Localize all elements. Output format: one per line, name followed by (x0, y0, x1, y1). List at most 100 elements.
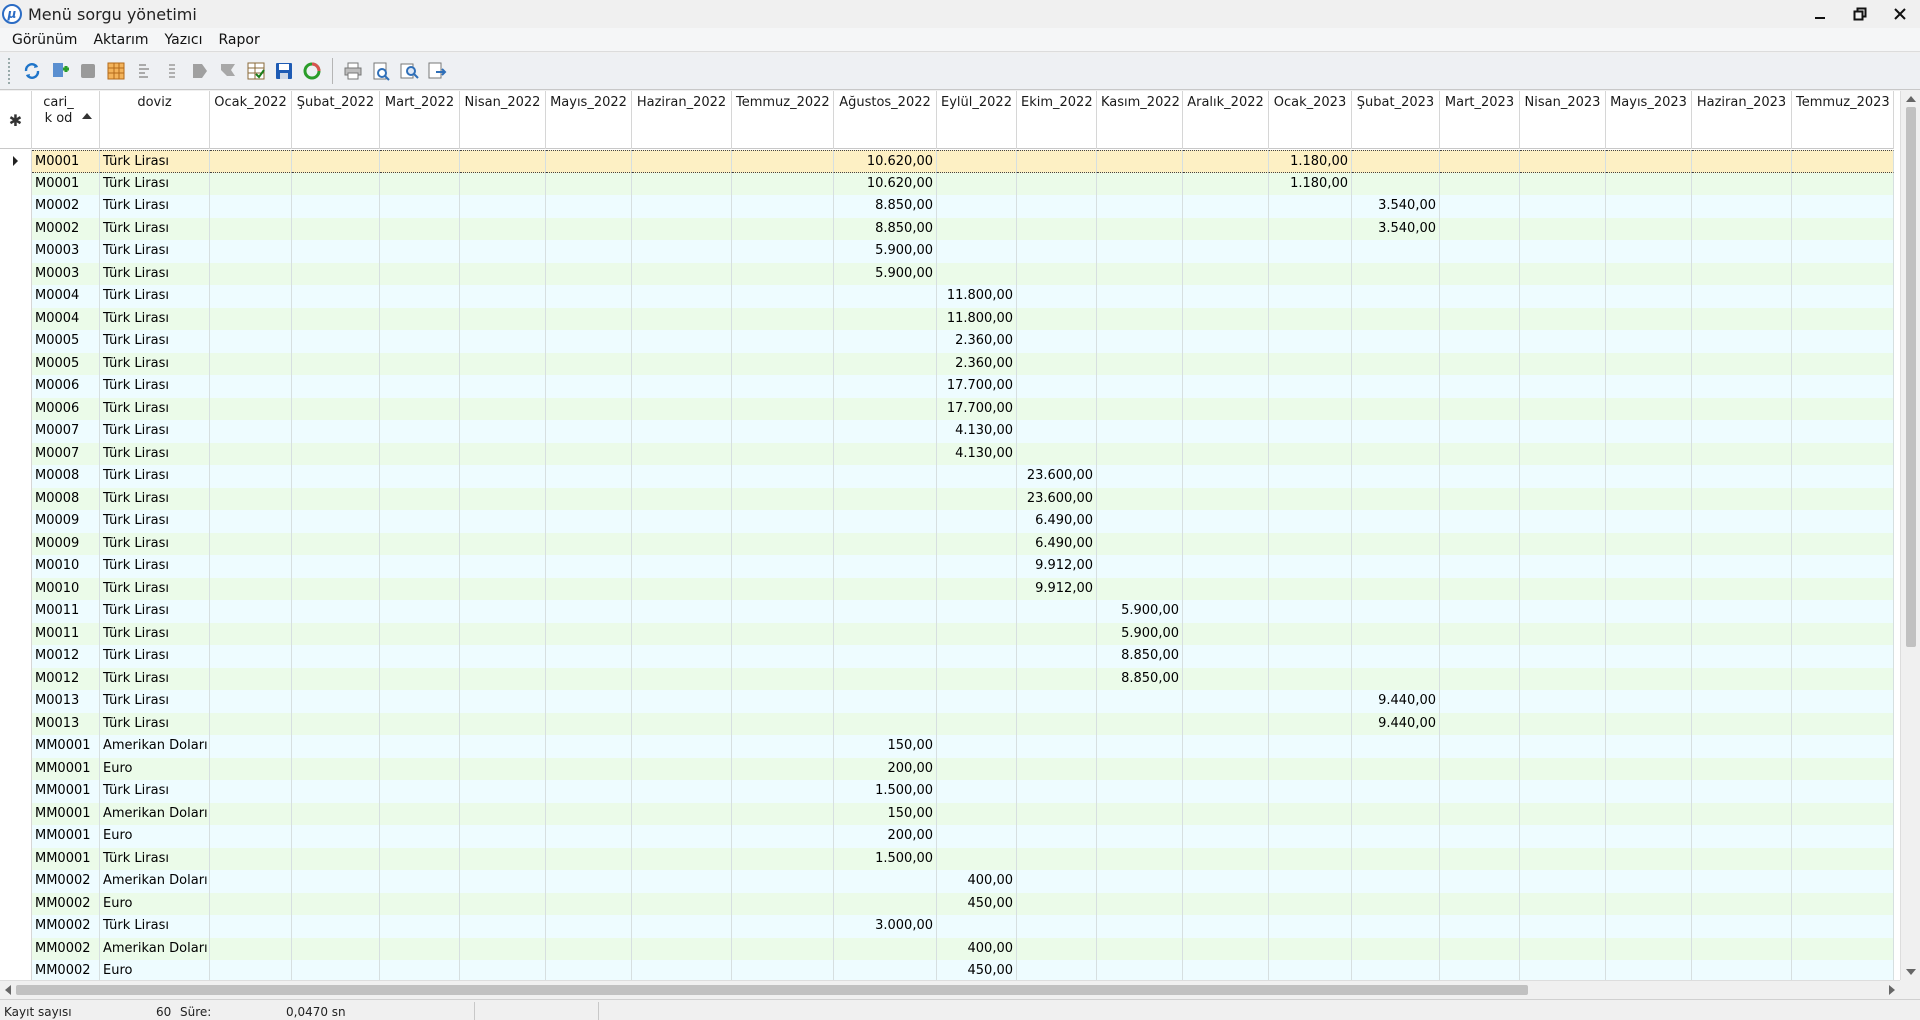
table-cell[interactable] (1269, 577, 1352, 600)
table-cell[interactable]: Türk Lirası (100, 622, 210, 645)
table-cell[interactable] (1520, 397, 1606, 420)
table-cell[interactable] (834, 285, 937, 308)
table-cell[interactable] (732, 712, 834, 735)
table-cell[interactable] (1606, 375, 1692, 398)
table-cell[interactable] (1017, 915, 1097, 938)
table-cell[interactable] (1269, 960, 1352, 980)
table-cell[interactable] (1183, 420, 1269, 443)
table-cell[interactable] (937, 150, 1017, 173)
table-cell[interactable] (1792, 487, 1894, 510)
table-cell[interactable]: M0013 (32, 712, 100, 735)
table-cell[interactable] (1097, 195, 1183, 218)
table-cell[interactable] (732, 780, 834, 803)
table-cell[interactable] (1440, 240, 1520, 263)
table-cell[interactable] (1606, 622, 1692, 645)
table-cell[interactable] (1097, 915, 1183, 938)
table-cell[interactable]: MM0001 (32, 780, 100, 803)
column-header[interactable]: Nisan_2023 (1520, 91, 1606, 149)
table-cell[interactable] (1792, 240, 1894, 263)
table-cell[interactable]: Türk Lirası (100, 375, 210, 398)
table-cell[interactable] (1097, 847, 1183, 870)
table-cell[interactable]: Amerikan Doları (100, 802, 210, 825)
table-cell[interactable] (546, 600, 632, 623)
table-row[interactable]: MM0002 Türk Lirası 3.000,00 (0, 915, 1894, 938)
table-cell[interactable] (1183, 892, 1269, 915)
table-cell[interactable] (1440, 825, 1520, 848)
table-cell[interactable] (1440, 195, 1520, 218)
scroll-right-arrow-icon[interactable] (1889, 985, 1895, 995)
table-cell[interactable] (1183, 330, 1269, 353)
table-cell[interactable] (632, 600, 732, 623)
table-cell[interactable] (1097, 442, 1183, 465)
row-header[interactable] (0, 600, 32, 623)
table-cell[interactable] (210, 285, 292, 308)
table-cell[interactable] (1692, 487, 1792, 510)
table-cell[interactable] (1792, 307, 1894, 330)
table-cell[interactable] (1520, 847, 1606, 870)
table-cell[interactable] (1692, 690, 1792, 713)
table-cell[interactable]: M0005 (32, 330, 100, 353)
table-cell[interactable] (380, 172, 460, 195)
table-cell[interactable] (1352, 307, 1440, 330)
table-cell[interactable] (1606, 937, 1692, 960)
table-cell[interactable]: Türk Lirası (100, 195, 210, 218)
table-cell[interactable] (632, 487, 732, 510)
table-cell[interactable] (292, 622, 380, 645)
table-row[interactable]: M0012 Türk Lirası 8.850,00 (0, 645, 1894, 668)
table-cell[interactable] (1017, 847, 1097, 870)
table-cell[interactable] (460, 352, 546, 375)
scroll-up-arrow-icon[interactable] (1906, 96, 1916, 102)
table-cell[interactable]: M0008 (32, 465, 100, 488)
toolbar-grip[interactable] (8, 58, 12, 84)
table-cell[interactable]: Türk Lirası (100, 915, 210, 938)
table-cell[interactable] (1097, 712, 1183, 735)
table-cell[interactable]: Amerikan Doları (100, 735, 210, 758)
table-cell[interactable] (1606, 915, 1692, 938)
table-cell[interactable] (380, 217, 460, 240)
table-cell[interactable] (1017, 150, 1097, 173)
table-cell[interactable] (546, 802, 632, 825)
table-cell[interactable] (632, 397, 732, 420)
table-cell[interactable]: 8.850,00 (1097, 645, 1183, 668)
table-cell[interactable] (1792, 735, 1894, 758)
table-cell[interactable] (292, 802, 380, 825)
table-cell[interactable] (1440, 892, 1520, 915)
table-cell[interactable] (1183, 217, 1269, 240)
table-cell[interactable] (1440, 757, 1520, 780)
table-cell[interactable] (1097, 307, 1183, 330)
table-row[interactable]: M0006 Türk Lirası 17.700,00 (0, 397, 1894, 420)
table-cell[interactable]: M0001 (32, 150, 100, 173)
table-cell[interactable] (1097, 825, 1183, 848)
table-cell[interactable]: M0010 (32, 555, 100, 578)
table-cell[interactable] (1352, 847, 1440, 870)
table-cell[interactable] (1520, 600, 1606, 623)
table-cell[interactable] (1440, 712, 1520, 735)
table-cell[interactable] (1352, 397, 1440, 420)
table-cell[interactable] (732, 757, 834, 780)
table-cell[interactable] (1352, 465, 1440, 488)
table-cell[interactable] (1097, 240, 1183, 263)
table-cell[interactable] (1352, 240, 1440, 263)
table-cell[interactable] (292, 465, 380, 488)
table-cell[interactable] (1352, 487, 1440, 510)
sort-button[interactable] (131, 58, 157, 84)
table-row[interactable]: M0010 Türk Lirası 9.912,00 (0, 555, 1894, 578)
table-cell[interactable] (380, 375, 460, 398)
table-cell[interactable] (1520, 375, 1606, 398)
table-cell[interactable] (460, 375, 546, 398)
table-cell[interactable] (1692, 240, 1792, 263)
column-header[interactable]: Temmuz_2022 (732, 91, 834, 149)
row-header[interactable] (0, 420, 32, 443)
table-cell[interactable] (1097, 352, 1183, 375)
table-cell[interactable] (1183, 240, 1269, 263)
table-cell[interactable]: 10.620,00 (834, 150, 937, 173)
table-cell[interactable] (292, 915, 380, 938)
table-cell[interactable] (1792, 510, 1894, 533)
table-cell[interactable] (1520, 510, 1606, 533)
table-cell[interactable] (1520, 915, 1606, 938)
row-header[interactable] (0, 960, 32, 980)
table-cell[interactable]: 5.900,00 (1097, 600, 1183, 623)
table-cell[interactable] (1097, 735, 1183, 758)
table-cell[interactable] (1792, 667, 1894, 690)
refresh-button[interactable] (19, 58, 45, 84)
